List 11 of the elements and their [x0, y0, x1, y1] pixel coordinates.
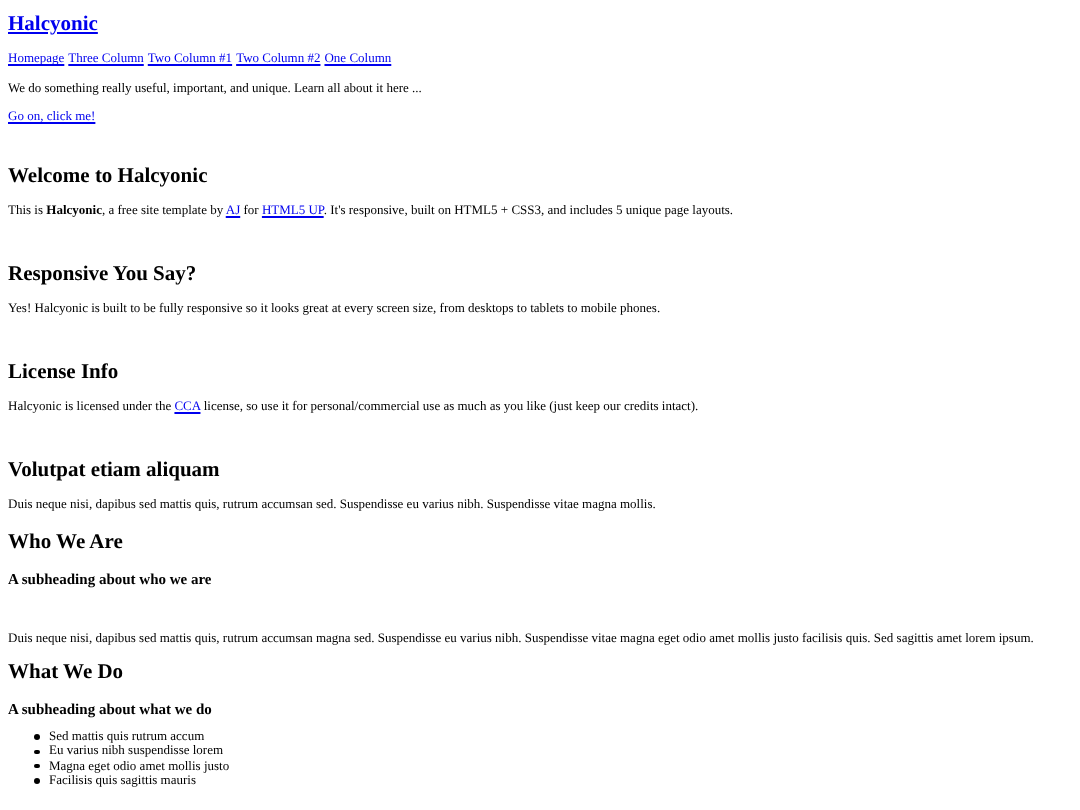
section-heading: What We Do: [8, 662, 124, 686]
site-title-link[interactable]: Halcyonic: [8, 14, 98, 38]
bullet-icon: [34, 778, 39, 784]
bullet-icon: [34, 749, 39, 755]
section-heading: Who We Are: [8, 532, 123, 556]
bullet-icon: [34, 763, 39, 769]
section-heading: Responsive You Say?: [8, 264, 197, 288]
bullet-icon: [34, 734, 39, 740]
section-heading: Volutpat etiam aliquam: [8, 460, 220, 484]
section-heading: License Info: [8, 362, 119, 386]
section-heading: Welcome to Halcyonic: [8, 166, 208, 190]
